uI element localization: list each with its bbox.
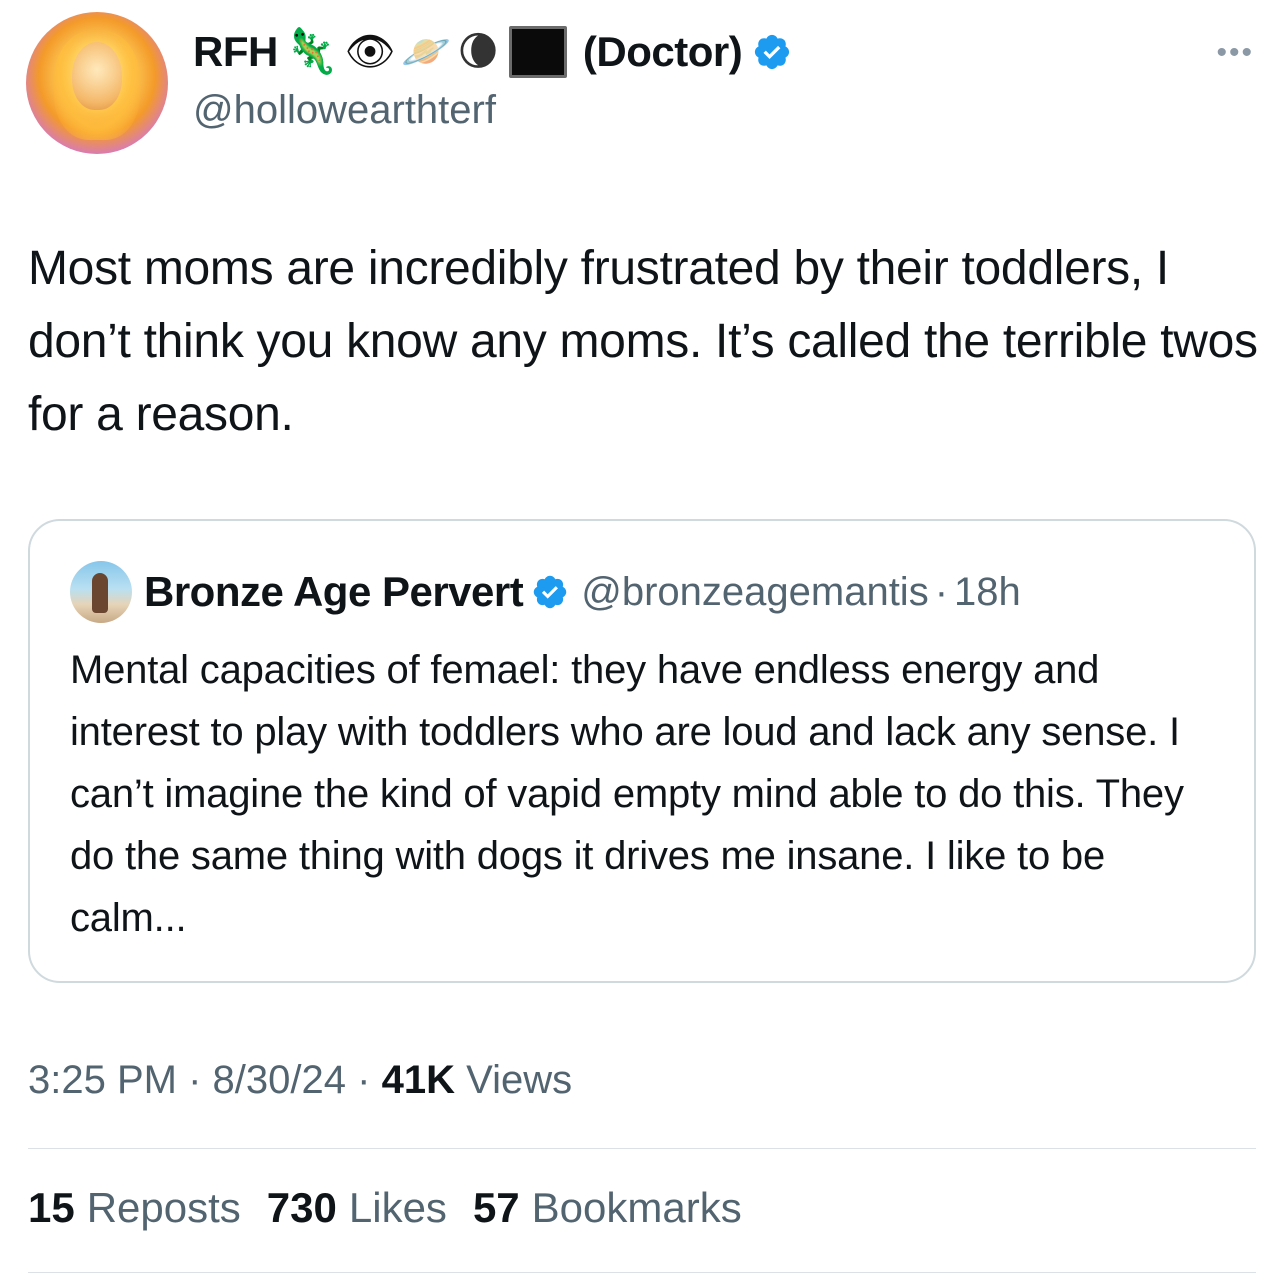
reposts-count: 15 bbox=[28, 1184, 75, 1231]
avatar-face bbox=[72, 42, 122, 110]
author-display-name[interactable]: RFH bbox=[193, 28, 278, 76]
divider bbox=[28, 1148, 1256, 1149]
author-handle[interactable]: @hollowearthterf bbox=[193, 88, 496, 133]
likes-label: Likes bbox=[348, 1184, 447, 1231]
meta-separator: · bbox=[188, 1058, 202, 1102]
engagement-stats: 15 Reposts 730 Likes 57 Bookmarks bbox=[28, 1184, 742, 1232]
bookmarks-stat[interactable]: 57 Bookmarks bbox=[473, 1184, 742, 1232]
bookmarks-count: 57 bbox=[472, 1184, 520, 1231]
quoted-tweet-text: Mental capacities of femael: they have e… bbox=[70, 648, 1184, 940]
likes-count: 730 bbox=[266, 1184, 337, 1231]
quoted-author-name[interactable]: Bronze Age Pervert bbox=[144, 568, 524, 616]
bookmarks-label: Bookmarks bbox=[531, 1184, 742, 1231]
tweet-meta: 3:25 PM · 8/30/24 · 41K Views bbox=[28, 1058, 572, 1103]
quoted-tweet-header: Bronze Age Pervert @bronzeagemantis · 18… bbox=[70, 561, 1021, 623]
author-title-suffix: (Doctor) bbox=[582, 28, 743, 75]
quoted-tweet-card[interactable]: Bronze Age Pervert @bronzeagemantis · 18… bbox=[28, 519, 1256, 983]
reposts-stat[interactable]: 15 Reposts bbox=[28, 1184, 241, 1232]
likes-stat[interactable]: 730 Likes bbox=[267, 1184, 447, 1232]
tweet-date[interactable]: 8/30/24 bbox=[213, 1058, 346, 1102]
black-square-emoji-icon bbox=[508, 26, 567, 78]
views-label: Views bbox=[466, 1058, 573, 1102]
moon-emoji-icon: 🌘 bbox=[457, 29, 499, 75]
views-count: 41K bbox=[381, 1058, 455, 1102]
avatar-figure bbox=[92, 573, 108, 613]
quoted-author-handle[interactable]: @bronzeagemantis bbox=[581, 570, 928, 615]
quoted-verified-badge-icon bbox=[534, 575, 567, 609]
ringed-planet-emoji-icon: 🪐 bbox=[401, 29, 452, 75]
quoted-author-avatar[interactable] bbox=[70, 561, 132, 623]
eye-in-speech-bubble-emoji-icon: 👁 bbox=[344, 29, 396, 75]
lizard-emoji-icon: 🦎 bbox=[283, 26, 339, 77]
quoted-time-ago: 18h bbox=[954, 569, 1021, 614]
divider bbox=[28, 1272, 1256, 1273]
quoted-time-separator: · bbox=[934, 569, 949, 614]
tweet-time[interactable]: 3:25 PM bbox=[28, 1058, 177, 1102]
author-avatar[interactable] bbox=[26, 12, 168, 154]
author-name-row: RFH 🦎 👁 🪐 🌘 (Doctor) bbox=[193, 22, 792, 82]
verified-badge-icon[interactable] bbox=[752, 32, 792, 72]
reposts-label: Reposts bbox=[86, 1184, 241, 1231]
meta-separator: · bbox=[357, 1058, 371, 1102]
more-options-icon[interactable]: ••• bbox=[1216, 36, 1254, 70]
tweet-text: Most moms are incredibly frustrated by t… bbox=[28, 242, 1258, 441]
